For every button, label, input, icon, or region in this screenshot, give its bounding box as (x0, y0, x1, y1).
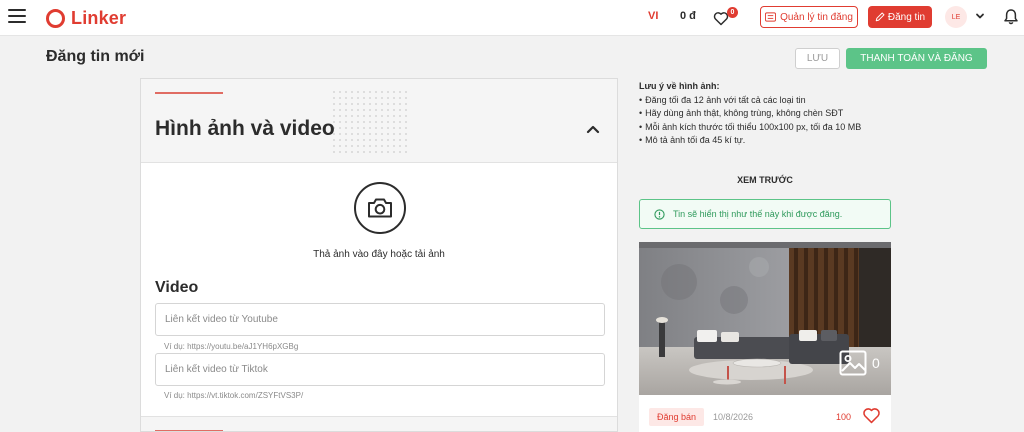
heart-icon[interactable] (862, 407, 881, 424)
info-icon (654, 208, 665, 220)
listing-likes-count: 100 (836, 412, 852, 422)
save-draft-button[interactable]: LƯU (795, 48, 840, 69)
logo-mark-icon (46, 8, 65, 28)
account-balance[interactable]: 0 đ (680, 10, 696, 22)
preview-info-text: Tin sẽ hiển thị như thế này khi được đăn… (673, 209, 843, 219)
page-title: Đăng tin mới (46, 48, 145, 65)
post-listing-label: Đăng tin (887, 11, 926, 23)
media-card: Hình ảnh và video Thả ảnh vào đây hoặc t… (140, 78, 618, 432)
header-accent-line (155, 92, 223, 94)
video-section-title: Video (155, 279, 199, 296)
guidelines-title: Lưu ý về hình ảnh: (639, 81, 720, 91)
youtube-link-input[interactable] (155, 303, 605, 336)
post-listing-button[interactable]: Đăng tin (868, 6, 932, 28)
menu-icon[interactable] (8, 9, 26, 23)
guideline-item: Mô tả ảnh tối đa 45 kí tự. (639, 134, 899, 148)
next-section-header[interactable] (141, 416, 617, 431)
guideline-item: Hãy dùng ảnh thật, không trùng, không ch… (639, 107, 899, 121)
brand-name: Linker (71, 7, 127, 28)
chevron-up-icon[interactable] (586, 124, 600, 134)
favorites-count-badge: 0 (727, 7, 738, 18)
pay-and-post-button[interactable]: THANH TOÁN VÀ ĐĂNG (846, 48, 987, 69)
bell-icon[interactable] (1003, 8, 1019, 25)
listing-preview-card[interactable]: 0 Đăng bán 10/8/2026 100 (639, 242, 891, 432)
guidelines-list: Đăng tối đa 12 ảnh với tất cả các loại t… (639, 94, 899, 148)
tiktok-link-input[interactable] (155, 353, 605, 386)
image-count-overlay: 0 (839, 350, 880, 376)
image-count: 0 (872, 355, 880, 371)
image-upload-dropzone[interactable]: Thả ảnh vào đây hoặc tải ảnh (141, 165, 617, 269)
language-switch[interactable]: VI (648, 10, 658, 22)
brand-logo[interactable]: Linker (46, 6, 126, 30)
list-icon (765, 12, 777, 22)
manage-listings-button[interactable]: Quản lý tin đăng (760, 6, 858, 28)
preview-info-banner: Tin sẽ hiển thị như thế này khi được đăn… (639, 199, 891, 229)
pencil-icon (875, 12, 885, 22)
manage-listings-label: Quản lý tin đăng (780, 11, 853, 23)
youtube-example-hint: Ví dụ: https://youtu.be/aJ1YH6pXGBg (164, 342, 299, 351)
top-navbar: Linker VI 0 đ 0 Quản lý tin đăng Đăng ti… (0, 0, 1024, 36)
camera-icon (354, 182, 406, 234)
guideline-item: Mỗi ảnh kích thước tối thiểu 100x100 px,… (639, 121, 899, 135)
guideline-item: Đăng tối đa 12 ảnh với tất cả các loại t… (639, 94, 899, 108)
user-avatar[interactable]: LE (945, 6, 967, 28)
chevron-down-icon[interactable] (975, 11, 985, 21)
image-icon (839, 350, 867, 376)
favorites-button[interactable]: 0 (713, 7, 739, 28)
decorative-dots (331, 89, 407, 153)
listing-date: 10/8/2026 (713, 412, 754, 422)
media-section-title: Hình ảnh và video (155, 117, 335, 140)
listing-type-badge: Đăng bán (649, 408, 705, 426)
media-card-header[interactable]: Hình ảnh và video (141, 79, 617, 163)
tiktok-example-hint: Ví dụ: https://vt.tiktok.com/ZSYFtVS3P/ (164, 391, 304, 400)
image-guidelines: Lưu ý về hình ảnh: Đăng tối đa 12 ảnh vớ… (639, 80, 899, 148)
preview-title: XEM TRƯỚC (737, 175, 793, 185)
upload-instruction: Thả ảnh vào đây hoặc tải ảnh (313, 249, 445, 260)
